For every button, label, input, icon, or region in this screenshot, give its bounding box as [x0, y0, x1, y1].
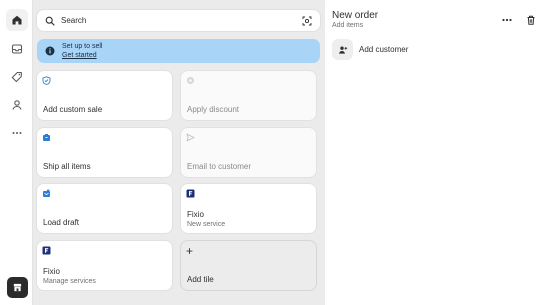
nav-products[interactable]: [6, 66, 28, 88]
delete-order-button[interactable]: [525, 14, 537, 26]
more-horizontal-icon: [12, 132, 22, 134]
store-icon: [13, 283, 22, 292]
get-started-link[interactable]: Get started: [62, 51, 102, 60]
ship-box-icon: [42, 133, 51, 142]
tile-label: Load draft: [43, 218, 80, 227]
tile-label: Fixio: [187, 210, 204, 219]
search-input[interactable]: Search: [61, 16, 302, 25]
add-person-icon: [332, 39, 353, 60]
order-title: New order: [332, 10, 379, 21]
discount-icon: [186, 76, 195, 85]
trash-icon: [527, 15, 535, 25]
fixio-app-icon: [42, 246, 51, 255]
store-button[interactable]: [7, 277, 28, 298]
shield-check-icon: [42, 76, 51, 85]
nav-rail: [0, 0, 33, 305]
tile-fixio-manage-services[interactable]: Fixio Manage services: [37, 241, 172, 290]
tile-add-tile[interactable]: + Add tile: [181, 241, 316, 290]
nav-home[interactable]: [6, 9, 28, 31]
order-panel: New order Add items Add customer: [325, 0, 542, 305]
search-bar[interactable]: Search: [37, 10, 320, 31]
order-more-button[interactable]: [501, 14, 513, 26]
barcode-scan-icon[interactable]: [302, 16, 312, 26]
more-horizontal-icon: [502, 18, 512, 22]
tag-icon: [11, 71, 22, 83]
tile-label: Fixio: [43, 267, 60, 276]
tile-label: Email to customer: [187, 162, 252, 171]
tile-email-to-customer[interactable]: Email to customer: [181, 128, 316, 177]
tile-label: Ship all items: [43, 162, 91, 171]
tile-fixio-new-service[interactable]: Fixio New service: [181, 184, 316, 233]
draft-icon: [42, 189, 51, 198]
fixio-app-icon: [186, 189, 195, 198]
nav-orders[interactable]: [6, 38, 28, 60]
tile-apply-discount[interactable]: Apply discount: [181, 71, 316, 120]
setup-banner[interactable]: Set up to sell Get started: [37, 39, 320, 63]
order-subtitle: Add items: [332, 22, 364, 29]
tile-label: Apply discount: [187, 105, 240, 114]
search-icon: [45, 16, 55, 26]
tile-sublabel: New service: [187, 221, 226, 228]
send-icon: [186, 133, 195, 142]
add-customer-button[interactable]: Add customer: [332, 39, 408, 60]
nav-more[interactable]: [6, 122, 28, 144]
tile-add-custom-sale[interactable]: Add custom sale: [37, 71, 172, 120]
tile-ship-all-items[interactable]: Ship all items: [37, 128, 172, 177]
home-icon: [12, 15, 22, 25]
banner-title: Set up to sell: [62, 43, 103, 50]
tile-label: Add tile: [187, 275, 214, 284]
add-customer-label: Add customer: [359, 45, 409, 54]
tile-load-draft[interactable]: Load draft: [37, 184, 172, 233]
main-area: Search Set up to sell Get started Add cu…: [33, 0, 325, 305]
tile-label: Add custom sale: [43, 105, 103, 114]
tile-sublabel: Manage services: [43, 278, 96, 285]
person-icon: [12, 100, 22, 110]
info-icon: [45, 46, 55, 56]
plus-icon: +: [186, 244, 194, 258]
banner-text: Set up to sell Get started: [62, 42, 102, 60]
inbox-icon: [11, 44, 23, 54]
nav-customers[interactable]: [6, 94, 28, 116]
